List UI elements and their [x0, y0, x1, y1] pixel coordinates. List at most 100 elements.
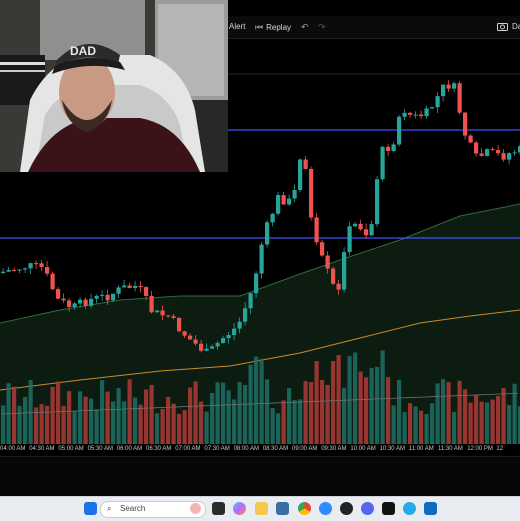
- volume-bar: [408, 403, 413, 444]
- obs-icon[interactable]: [340, 502, 353, 515]
- candle-body: [193, 339, 198, 344]
- time-tick: 12: [496, 446, 504, 452]
- candle-body: [309, 168, 314, 218]
- candle-body: [292, 190, 297, 199]
- file-explorer-icon[interactable]: [255, 502, 268, 515]
- candle-body: [188, 335, 193, 340]
- volume-bar: [364, 377, 369, 444]
- candle-body: [177, 317, 182, 332]
- task-view-icon[interactable]: [212, 502, 225, 515]
- candle-body: [1, 271, 6, 273]
- candle-body: [138, 285, 143, 288]
- time-tick: 05:30 AM: [87, 446, 113, 452]
- volume-bar: [155, 413, 160, 444]
- time-tick: 04:00 AM: [0, 446, 26, 452]
- time-tick: 06:00 AM: [116, 446, 143, 452]
- screenshot-button[interactable]: [497, 19, 508, 35]
- volume-bar: [83, 396, 88, 444]
- candle-body: [237, 321, 242, 329]
- volume-bar: [138, 404, 143, 444]
- candle-body: [50, 273, 55, 290]
- candle-body: [325, 255, 330, 269]
- candle-body: [430, 107, 435, 109]
- discord-icon[interactable]: [361, 502, 374, 515]
- time-tick: 07:30 AM: [204, 446, 230, 452]
- volume-bar: [56, 381, 61, 444]
- search-icon: ⌕: [107, 504, 112, 513]
- layout-menu[interactable]: Da: [512, 19, 520, 35]
- candle-body: [122, 285, 127, 288]
- candle-body: [89, 298, 94, 306]
- volume-bar: [369, 367, 374, 444]
- candle-body: [501, 153, 506, 160]
- candle-body: [265, 222, 270, 245]
- candle-body: [331, 268, 336, 284]
- volume-bar: [1, 405, 6, 444]
- volume-bar: [166, 396, 171, 444]
- volume-bar: [512, 383, 517, 444]
- volume-bar: [232, 399, 237, 444]
- candle-body: [105, 294, 110, 301]
- volume-bar: [243, 384, 248, 444]
- volume-bar: [193, 381, 198, 444]
- redo-button[interactable]: ↷: [318, 19, 329, 35]
- candle-body: [347, 226, 352, 253]
- start-icon[interactable]: [84, 502, 97, 515]
- volume-bar: [303, 381, 308, 444]
- candle-body: [23, 268, 28, 270]
- candle-body: [457, 83, 462, 113]
- time-tick: 06:30 AM: [146, 446, 172, 452]
- candle-body: [199, 343, 204, 351]
- volume-bar: [490, 399, 495, 444]
- telegram-icon[interactable]: [403, 502, 416, 515]
- volume-bar: [67, 391, 72, 444]
- candle-body: [72, 303, 77, 308]
- candle-body: [133, 285, 138, 288]
- outlook-icon[interactable]: [424, 502, 437, 515]
- time-tick: 12:00 PM: [467, 446, 493, 452]
- alert-button[interactable]: Alert: [229, 19, 245, 35]
- tradingview-icon[interactable]: [382, 502, 395, 515]
- volume-bar: [171, 403, 176, 444]
- volume-bar: [72, 410, 77, 444]
- candle-body: [270, 213, 275, 223]
- volume-bar: [237, 381, 242, 444]
- store-icon[interactable]: [276, 502, 289, 515]
- candle-body: [210, 346, 215, 349]
- layout-label: Da: [512, 22, 520, 31]
- search-placeholder: Search: [120, 504, 146, 513]
- candle-body: [78, 299, 83, 304]
- tradingview-app: Alert ⏮Replay ↶ ↷ Da 04:00 AM04:30 AM05:…: [0, 0, 520, 521]
- replay-button[interactable]: ⏮ Replay: [255, 19, 291, 35]
- volume-bar: [50, 386, 55, 444]
- cap-logo: DAD: [70, 44, 96, 58]
- volume-bar: [221, 382, 226, 444]
- chrome-icon[interactable]: [298, 502, 311, 515]
- candle-body: [287, 198, 292, 205]
- volume-bar: [457, 380, 462, 444]
- volume-bar: [386, 377, 391, 444]
- volume-bar: [105, 391, 110, 444]
- copilot-icon[interactable]: [233, 502, 246, 515]
- time-tick: 10:00 AM: [350, 446, 376, 452]
- undo-button[interactable]: ↶: [301, 19, 312, 35]
- volume-bar: [276, 413, 281, 444]
- taskbar-search[interactable]: ⌕ Search: [100, 501, 206, 518]
- candle-body: [116, 287, 121, 294]
- volume-bar: [182, 410, 187, 444]
- volume-bar: [496, 395, 501, 444]
- candle-body: [336, 283, 341, 290]
- volume-bar: [281, 400, 286, 444]
- volume-bar: [78, 391, 83, 444]
- candle-body: [419, 114, 424, 117]
- candle-body: [166, 315, 171, 317]
- candle-body: [215, 343, 220, 347]
- volume-bar: [12, 386, 17, 444]
- zoom-icon[interactable]: [319, 502, 332, 515]
- volume-bar: [309, 382, 314, 444]
- candle-body: [67, 300, 72, 308]
- candle-body: [127, 285, 132, 288]
- volume-bar: [28, 380, 33, 444]
- volume-bar: [39, 404, 44, 444]
- candle-body: [424, 108, 429, 117]
